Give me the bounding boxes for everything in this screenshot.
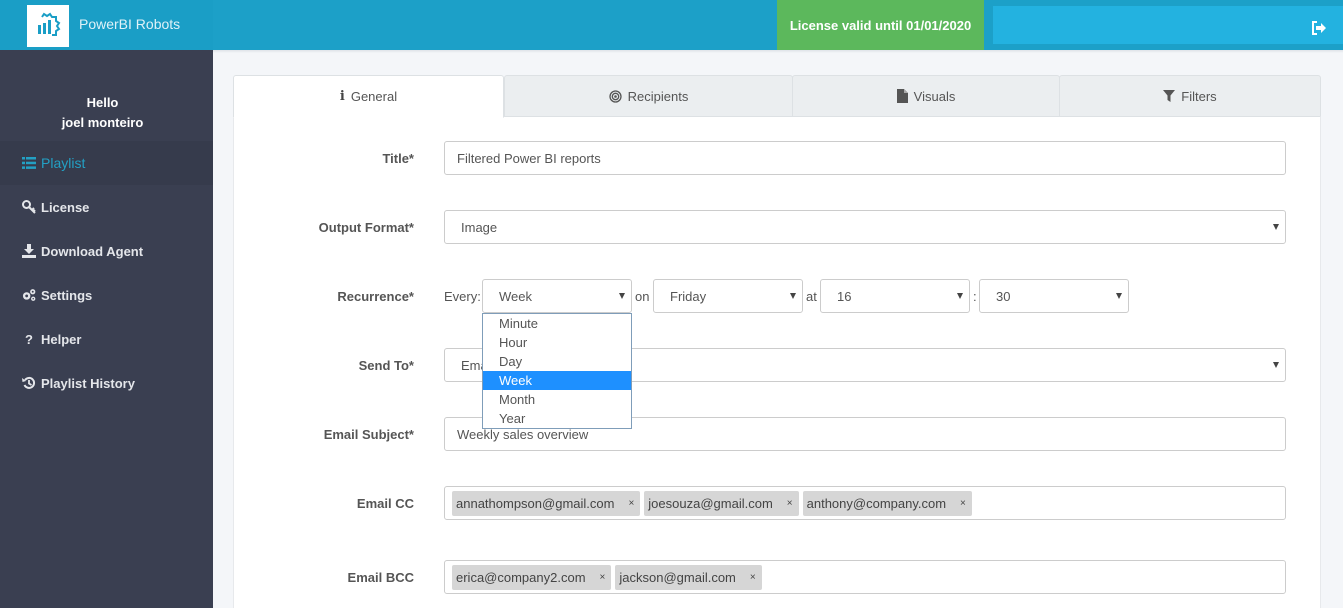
output-format-label: Output Format*	[318, 220, 414, 235]
file-icon	[896, 89, 908, 103]
tag-text: anthony@company.com	[806, 495, 947, 511]
filter-icon	[1163, 90, 1176, 102]
dropdown-option-year[interactable]: Year	[483, 409, 631, 428]
sidebar-item-label: Settings	[41, 287, 93, 303]
on-label: on	[635, 289, 650, 304]
dropdown-option-week[interactable]: Week	[483, 371, 631, 390]
every-dropdown-list: Minute Hour Day Week Month Year	[482, 313, 632, 429]
minute-value: 30	[996, 288, 1011, 304]
email-subject-label: Email Subject*	[323, 427, 414, 442]
playlist-form-panel: i General Recipients Visuals Filters Tit…	[233, 75, 1321, 608]
sidebar-item-label: License	[41, 199, 90, 215]
sidebar-item-download-agent[interactable]: Download Agent	[0, 229, 213, 273]
tag-text: joesouza@gmail.com	[648, 495, 773, 511]
chevron-down-icon	[957, 293, 963, 299]
brand-name: PowerBI Robots	[79, 16, 181, 32]
remove-tag-icon[interactable]: ×	[750, 572, 756, 583]
sidebar-item-playlist[interactable]: Playlist	[0, 141, 213, 185]
sidebar-item-license[interactable]: License	[0, 185, 213, 229]
email-bcc-input[interactable]: erica@company2.com × jackson@gmail.com ×	[444, 560, 1286, 594]
sidebar-item-settings[interactable]: Settings	[0, 273, 213, 317]
general-tab-content: Title* Filtered Power BI reports Output …	[233, 116, 1321, 608]
email-tag: jackson@gmail.com ×	[615, 564, 762, 590]
top-bar: PowerBI Robots License valid until 01/01…	[0, 0, 1343, 50]
sidebar-item-label: Helper	[41, 331, 82, 347]
chevron-down-icon	[1116, 293, 1122, 299]
tab-recipients[interactable]: Recipients	[504, 75, 793, 117]
recurrence-hour-select[interactable]: 16	[820, 279, 970, 313]
tab-label: General	[350, 89, 398, 104]
user-name: joel monteiro	[61, 115, 144, 130]
recurrence-minute-select[interactable]: 30	[979, 279, 1129, 313]
email-bcc-label: Email BCC	[347, 570, 414, 585]
chevron-down-icon	[619, 293, 625, 299]
tab-filters[interactable]: Filters	[1059, 75, 1321, 117]
title-input[interactable]: Filtered Power BI reports	[444, 141, 1286, 175]
dropdown-option-hour[interactable]: Hour	[483, 333, 631, 352]
remove-tag-icon[interactable]: ×	[787, 498, 793, 509]
email-cc-label: Email CC	[356, 496, 414, 511]
remove-tag-icon[interactable]: ×	[960, 498, 966, 509]
at-label: at	[806, 289, 817, 304]
chevron-down-icon	[790, 293, 796, 299]
recurrence-label: Recurrence*	[337, 289, 414, 304]
email-tag: erica@company2.com ×	[452, 564, 612, 590]
email-tag: joesouza@gmail.com ×	[644, 490, 799, 516]
chevron-down-icon	[1273, 362, 1279, 368]
user-greeting: Hello joel monteiro	[0, 93, 205, 133]
recurrence-day-select[interactable]: Friday	[653, 279, 803, 313]
output-format-select[interactable]: Image	[444, 210, 1286, 244]
sidebar-item-helper[interactable]: ? Helper	[0, 317, 213, 361]
key-icon	[22, 200, 36, 214]
every-label: Every:	[444, 289, 481, 304]
title-label: Title*	[382, 151, 414, 166]
hour-value: 16	[837, 288, 852, 304]
email-cc-input[interactable]: annathompson@gmail.com × joesouza@gmail.c…	[444, 486, 1286, 520]
sidebar-item-label: Playlist	[41, 155, 86, 171]
tab-label: Filters	[1181, 88, 1217, 104]
remove-tag-icon[interactable]: ×	[628, 498, 634, 509]
history-icon	[22, 376, 36, 390]
tab-label: Recipients	[627, 88, 689, 104]
download-icon	[22, 244, 36, 258]
time-separator: :	[973, 289, 977, 304]
gears-icon	[22, 288, 36, 302]
greeting-text: Hello	[86, 95, 119, 110]
sidebar-nav: Playlist License Download Agent Settings…	[0, 141, 213, 405]
title-value: Filtered Power BI reports	[457, 150, 601, 166]
brand-area: PowerBI Robots	[0, 0, 213, 50]
tag-text: jackson@gmail.com	[619, 569, 736, 585]
sidebar-item-playlist-history[interactable]: Playlist History	[0, 361, 213, 405]
main-content: i General Recipients Visuals Filters Tit…	[213, 53, 1343, 608]
tab-general[interactable]: i General	[233, 75, 504, 118]
question-icon: ?	[25, 331, 33, 347]
sidebar: Hello joel monteiro Playlist License Dow…	[0, 50, 213, 608]
list-icon	[22, 156, 36, 170]
dropdown-option-month[interactable]: Month	[483, 390, 631, 409]
top-right-area	[993, 6, 1343, 44]
tab-label: Visuals	[913, 88, 956, 104]
email-tag: annathompson@gmail.com ×	[452, 490, 641, 516]
recurrence-every-select[interactable]: Week	[482, 279, 632, 313]
tab-visuals[interactable]: Visuals	[792, 75, 1060, 117]
dropdown-option-day[interactable]: Day	[483, 352, 631, 371]
remove-tag-icon[interactable]: ×	[600, 572, 606, 583]
every-value: Week	[499, 288, 532, 304]
email-tag: anthony@company.com ×	[802, 490, 972, 516]
sign-out-icon[interactable]	[1311, 21, 1327, 35]
sidebar-item-label: Playlist History	[41, 375, 135, 391]
license-status-badge: License valid until 01/01/2020	[777, 0, 984, 50]
info-icon: i	[339, 89, 345, 104]
output-format-value: Image	[461, 219, 498, 235]
form-tabs: i General Recipients Visuals Filters	[233, 75, 1321, 118]
day-value: Friday	[670, 288, 707, 304]
sidebar-item-label: Download Agent	[41, 243, 144, 259]
send-to-label: Send To*	[358, 358, 414, 373]
bullseye-icon	[608, 89, 622, 103]
chevron-down-icon	[1273, 224, 1279, 230]
tag-text: erica@company2.com	[456, 569, 586, 585]
gear-bar-chart-icon[interactable]	[27, 5, 69, 47]
tag-text: annathompson@gmail.com	[456, 495, 615, 511]
dropdown-option-minute[interactable]: Minute	[483, 314, 631, 333]
